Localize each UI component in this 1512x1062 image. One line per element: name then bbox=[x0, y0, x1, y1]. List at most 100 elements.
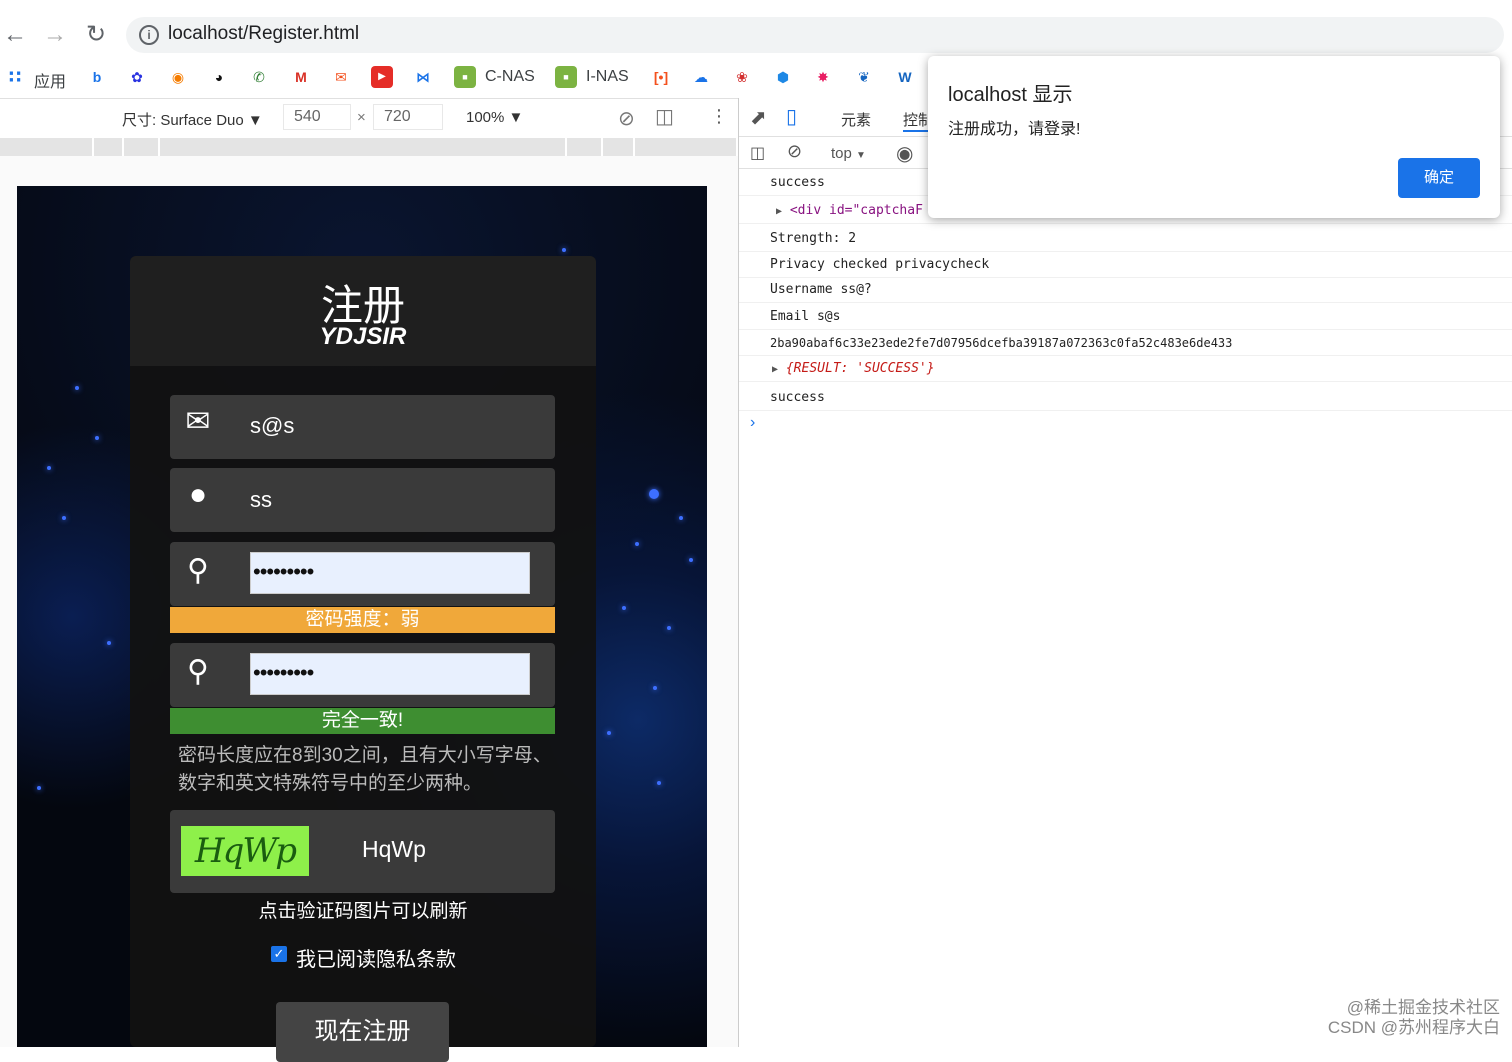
bookmark-icon-orange[interactable]: ◉ bbox=[167, 66, 189, 88]
tab-elements[interactable]: 元素 bbox=[841, 109, 871, 130]
hexagon-icon[interactable]: ⬢ bbox=[772, 66, 794, 88]
key-icon: ⚲ bbox=[187, 655, 209, 688]
forward-icon[interactable]: → bbox=[40, 20, 70, 50]
cloud-icon[interactable]: ☁ bbox=[690, 66, 712, 88]
inas-icon[interactable]: ■ bbox=[555, 66, 577, 88]
ruler-segment[interactable] bbox=[124, 138, 160, 156]
dialog-title: localhost 显示 bbox=[948, 84, 1073, 106]
url-text[interactable]: localhost/Register.html bbox=[168, 23, 359, 45]
confirm-password-input[interactable]: ••••••••• bbox=[250, 653, 530, 695]
github-icon[interactable]: ◕ bbox=[208, 66, 230, 88]
background-star bbox=[95, 436, 99, 440]
privacy-label[interactable]: 我已阅读隐私条款 bbox=[296, 943, 456, 972]
background-star bbox=[607, 731, 611, 735]
zoom-dropdown[interactable]: 100% ▼ bbox=[466, 109, 523, 126]
console-log: success bbox=[739, 385, 1512, 411]
console-log: Username ss@? bbox=[739, 277, 1512, 303]
captcha-input[interactable]: HqWp bbox=[362, 836, 426, 863]
password-hint: 密码长度应在8到30之间，且有大小写字母、数字和英文特殊符号中的至少两种。 bbox=[178, 745, 552, 794]
bookmark-cnas[interactable]: C-NAS bbox=[485, 68, 535, 86]
background-star bbox=[62, 516, 66, 520]
ruler-segment[interactable] bbox=[160, 138, 567, 156]
username-value[interactable]: ss bbox=[250, 487, 272, 513]
context-selector[interactable]: top ▼ bbox=[831, 145, 866, 162]
watermark-line2: CSDN @苏州程序大白 bbox=[1327, 1018, 1500, 1037]
ruler-segment[interactable] bbox=[94, 138, 124, 156]
device-size-dropdown[interactable]: 尺寸: Surface Duo ▼ bbox=[122, 109, 263, 130]
background-star bbox=[635, 542, 639, 546]
clear-console-icon[interactable]: ⊘ bbox=[787, 141, 802, 162]
password-match-bar: 完全一致! bbox=[170, 708, 555, 734]
dual-screen-icon[interactable]: ◫ bbox=[655, 104, 674, 129]
background-star bbox=[622, 606, 626, 610]
butterfly-icon[interactable]: ❦ bbox=[853, 66, 875, 88]
ruler-segment[interactable] bbox=[0, 138, 94, 156]
console-prompt-icon[interactable]: › bbox=[750, 414, 755, 432]
rotate-icon[interactable]: ⊘ bbox=[618, 106, 635, 131]
password-strength-bar: 密码强度：弱 bbox=[170, 607, 555, 633]
back-icon[interactable]: ← bbox=[0, 20, 30, 50]
apps-grid-icon[interactable]: ∷ bbox=[4, 66, 26, 88]
dialog-message: 注册成功，请登录! bbox=[948, 121, 1081, 138]
cnas-icon[interactable]: ■ bbox=[454, 66, 476, 88]
site-info-icon[interactable]: i bbox=[139, 25, 159, 45]
email-field[interactable] bbox=[170, 395, 555, 459]
chevron-down-icon: ▼ bbox=[508, 109, 524, 126]
device-height-input[interactable]: 720 bbox=[373, 104, 443, 130]
background-star bbox=[653, 686, 657, 690]
console-log-object[interactable]: ▶ {RESULT: 'SUCCESS'} bbox=[739, 356, 1512, 382]
username-field[interactable] bbox=[170, 468, 555, 532]
ruler-segment[interactable] bbox=[635, 138, 738, 156]
key-icon: ⚲ bbox=[187, 554, 209, 587]
background-star bbox=[75, 386, 79, 390]
page-subtitle: YDJSIR bbox=[319, 323, 407, 350]
envelope-icon: ✉ bbox=[185, 405, 211, 438]
bookmark-icon-blue[interactable]: ⋈ bbox=[412, 66, 434, 88]
chevron-down-icon: ▼ bbox=[247, 112, 263, 129]
dimension-separator: × bbox=[357, 109, 366, 126]
eye-icon[interactable]: ◉ bbox=[896, 141, 913, 166]
bookmark-icon-bracket[interactable]: [•] bbox=[650, 66, 672, 88]
watermark-line1: @稀土掘金技术社区 bbox=[1346, 998, 1500, 1017]
background-star bbox=[47, 466, 51, 470]
device-width-input[interactable]: 540 bbox=[283, 104, 351, 130]
expand-triangle-icon[interactable]: ▶ bbox=[772, 364, 778, 375]
background-star bbox=[657, 781, 661, 785]
device-toggle-icon[interactable]: ▯ bbox=[786, 104, 797, 129]
password-input[interactable]: ••••••••• bbox=[250, 552, 530, 594]
chevron-down-icon: ▼ bbox=[856, 150, 866, 161]
zoom-label: 100% bbox=[466, 109, 505, 126]
expand-triangle-icon[interactable]: ▶ bbox=[776, 206, 782, 217]
inspect-icon[interactable]: ⬈ bbox=[750, 105, 767, 130]
background-star bbox=[689, 558, 693, 562]
context-label: top bbox=[831, 145, 852, 162]
mail-icon[interactable]: ✉ bbox=[330, 66, 352, 88]
more-options-icon[interactable]: ⋮ bbox=[710, 106, 728, 127]
ruler-segment[interactable] bbox=[603, 138, 635, 156]
bookmark-inas[interactable]: I-NAS bbox=[586, 68, 629, 86]
console-log: Privacy checked privacycheck bbox=[739, 252, 1512, 278]
background-star bbox=[562, 248, 566, 252]
user-icon: ● bbox=[188, 478, 208, 511]
background-star bbox=[107, 641, 111, 645]
console-log: Strength: 2 bbox=[739, 226, 1512, 252]
ruler-segment[interactable] bbox=[567, 138, 603, 156]
pinwheel-icon[interactable]: ✸ bbox=[812, 66, 834, 88]
gmail-icon[interactable]: M bbox=[290, 66, 312, 88]
background-star bbox=[649, 489, 659, 499]
dialog-ok-button[interactable]: 确定 bbox=[1398, 158, 1480, 198]
baidu-icon[interactable]: ✿ bbox=[126, 66, 148, 88]
reload-icon[interactable]: ↻ bbox=[81, 20, 111, 50]
youtube-icon[interactable]: ▶ bbox=[371, 66, 393, 88]
bing-icon[interactable]: b bbox=[86, 66, 108, 88]
bookmark-apps[interactable]: 应用 bbox=[34, 68, 66, 92]
bookmark-icon-w[interactable]: W bbox=[894, 66, 916, 88]
register-button[interactable]: 现在注册 bbox=[276, 1002, 449, 1062]
huawei-icon[interactable]: ❀ bbox=[731, 66, 753, 88]
phone-icon[interactable]: ✆ bbox=[248, 66, 270, 88]
captcha-image[interactable]: HqWp bbox=[181, 826, 309, 876]
privacy-checkbox[interactable]: ✓ bbox=[271, 946, 287, 962]
email-value[interactable]: s@s bbox=[250, 413, 294, 439]
device-size-label: 尺寸: Surface Duo bbox=[122, 112, 244, 129]
sidebar-toggle-icon[interactable]: ◫ bbox=[750, 143, 765, 163]
